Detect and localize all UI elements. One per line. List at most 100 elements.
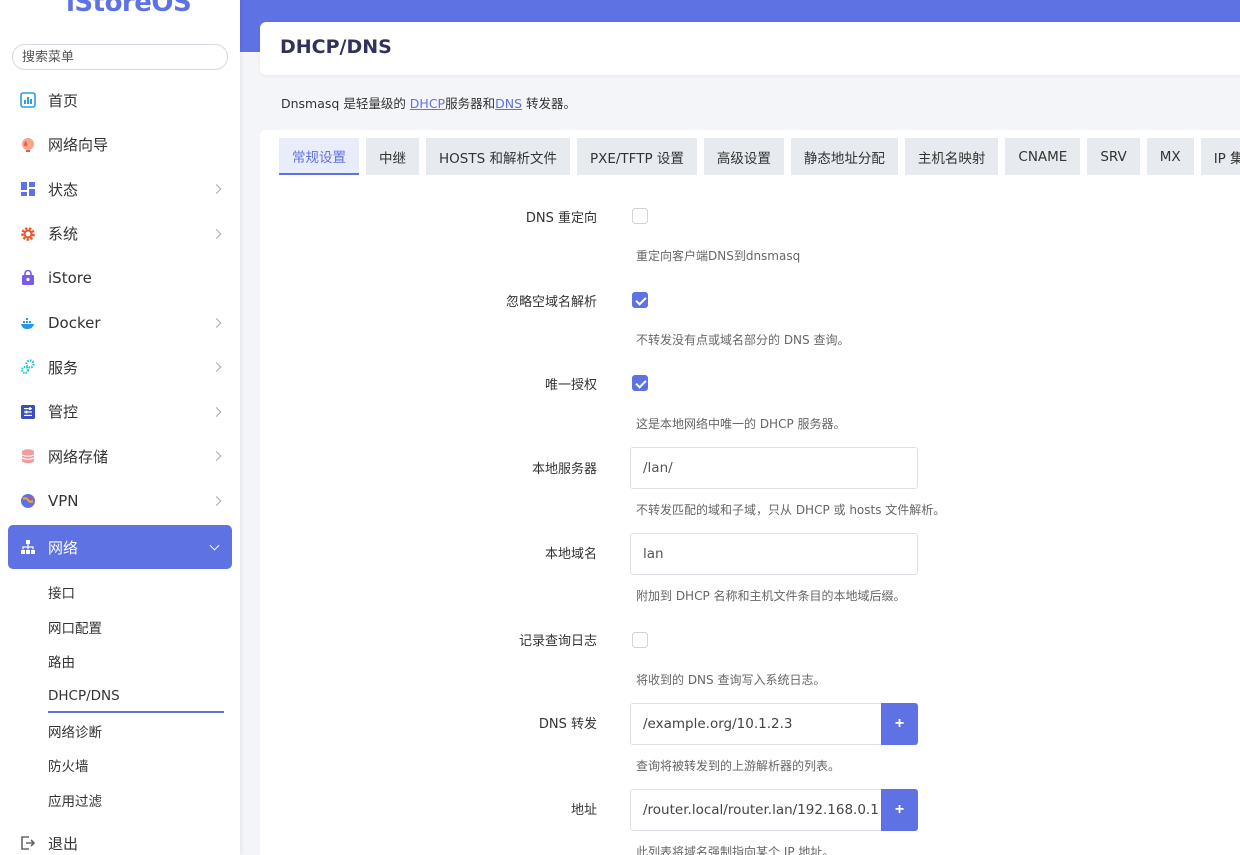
log-queries-hint: 将收到的 DNS 查询写入系统日志。 [636, 673, 826, 687]
dns-forward-label: DNS 转发 [538, 717, 597, 732]
chevron-right-icon [211, 317, 222, 328]
sidebar-nav: 首页 网络向导 状态 系统 iStore Docker 服务 管控 网络存储 V… [0, 78, 240, 855]
sidebar-item-istore[interactable]: iStore [0, 256, 240, 301]
chart-icon [20, 92, 36, 109]
tab-bar: 常规设置 中继 HOSTS 和解析文件 PXE/TFTP 设置 高级设置 静态地… [279, 138, 1240, 175]
local-server-label: 本地服务器 [531, 462, 597, 477]
local-server-hint: 不转发匹配的域和子域，只从 DHCP 或 hosts 文件解析。 [636, 503, 946, 517]
sidebar-item-label: 网络存储 [48, 447, 109, 466]
services-icon [20, 359, 36, 375]
tab-hosts[interactable]: HOSTS 和解析文件 [426, 138, 570, 175]
page-title: DHCP/DNS [280, 36, 392, 58]
vpn-icon [20, 493, 36, 509]
sidebar-item-label: VPN [48, 491, 79, 510]
sidebar-item-logout[interactable]: 退出 [0, 821, 240, 855]
globe-icon [20, 137, 36, 153]
sidebar-item-label: 管控 [48, 403, 79, 422]
tab-advanced[interactable]: 高级设置 [703, 138, 784, 175]
authoritative-label: 唯一授权 [544, 378, 597, 393]
dns-redirect-hint: 重定向客户端DNS到dnsmasq [636, 249, 801, 263]
tab-hostnames[interactable]: 主机名映射 [904, 138, 999, 175]
sidebar-item-services[interactable]: 服务 [0, 345, 240, 390]
sidebar: iStoreOS 首页 网络向导 状态 系统 [0, 0, 240, 855]
sidebar-item-docker[interactable]: Docker [0, 301, 240, 346]
tab-cname[interactable]: CNAME [1005, 138, 1081, 175]
sidebar-item-label: Docker [48, 313, 101, 332]
sidebar-item-wizard[interactable]: 网络向导 [0, 123, 240, 168]
chevron-right-icon [211, 406, 222, 417]
sidebar-item-label: 系统 [48, 225, 79, 244]
sidebar-item-status[interactable]: 状态 [0, 167, 240, 212]
tab-relay[interactable]: 中继 [366, 138, 419, 175]
dns-forward-add-button[interactable]: + [881, 703, 918, 745]
tab-pxe-tftp[interactable]: PXE/TFTP 设置 [576, 138, 697, 175]
address-hint: 此列表将域名强制指向某个 IP 地址。 [636, 845, 835, 855]
dhcp-link[interactable]: DHCP [410, 96, 445, 111]
dns-redirect-label: DNS 重定向 [525, 211, 597, 226]
submenu-item-dhcp-dns[interactable]: DHCP/DNS [48, 679, 240, 714]
log-queries-label: 记录查询日志 [518, 634, 597, 649]
dns-link[interactable]: DNS [495, 96, 522, 111]
tab-ipset[interactable]: IP 集 [1200, 138, 1240, 175]
dns-redirect-checkbox[interactable] [632, 208, 648, 224]
submenu-item-diagnostics[interactable]: 网络诊断 [48, 713, 240, 748]
sliders-icon [20, 404, 36, 420]
submenu-item-firewall[interactable]: 防火墙 [48, 748, 240, 783]
network-submenu: 接口 网口配置 路由 DHCP/DNS 网络诊断 防火墙 应用过滤 [0, 569, 240, 817]
tab-general[interactable]: 常规设置 [279, 138, 359, 175]
submenu-item-interfaces[interactable]: 接口 [48, 575, 240, 610]
logout-icon [20, 835, 36, 851]
sidebar-item-label: iStore [48, 269, 92, 288]
domain-needed-label: 忽略空域名解析 [505, 295, 597, 310]
sidebar-item-network[interactable]: 网络 [8, 525, 232, 569]
sidebar-item-label: 状态 [48, 180, 79, 199]
gear-icon [20, 226, 36, 242]
tab-mx[interactable]: MX [1146, 138, 1194, 175]
sidebar-item-home[interactable]: 首页 [0, 78, 240, 123]
docker-icon [20, 315, 36, 331]
domain-needed-hint: 不转发没有点或域名部分的 DNS 查询。 [636, 333, 850, 347]
authoritative-checkbox[interactable] [632, 375, 648, 391]
sidebar-item-storage[interactable]: 网络存储 [0, 434, 240, 479]
chevron-right-icon [211, 184, 222, 195]
authoritative-hint: 这是本地网络中唯一的 DHCP 服务器。 [636, 417, 846, 431]
local-server-input[interactable] [630, 447, 918, 489]
desc-mid: 服务器和 [445, 96, 496, 111]
dns-forward-input[interactable] [630, 703, 882, 745]
address-add-button[interactable]: + [881, 789, 918, 831]
local-domain-label: 本地域名 [544, 547, 597, 562]
address-input[interactable] [630, 789, 882, 831]
submenu-item-routes[interactable]: 路由 [48, 644, 240, 679]
submenu-item-app-filter[interactable]: 应用过滤 [48, 783, 240, 818]
local-domain-input[interactable] [630, 533, 918, 575]
chevron-right-icon [211, 228, 222, 239]
submenu-item-port-config[interactable]: 网口配置 [48, 610, 240, 645]
address-label: 地址 [570, 803, 597, 818]
bag-icon [20, 270, 36, 286]
settings-panel: 常规设置 中继 HOSTS 和解析文件 PXE/TFTP 设置 高级设置 静态地… [260, 130, 1240, 855]
sidebar-item-system[interactable]: 系统 [0, 212, 240, 257]
network-icon [20, 539, 36, 555]
sidebar-item-label: 首页 [48, 91, 79, 110]
local-domain-hint: 附加到 DHCP 名称和主机文件条目的本地域后缀。 [636, 589, 906, 603]
tab-static-leases[interactable]: 静态地址分配 [790, 138, 898, 175]
chevron-down-icon [209, 540, 220, 551]
desc-suffix: 转发器。 [522, 96, 577, 111]
page-title-card: DHCP/DNS [260, 22, 1240, 75]
sidebar-item-label: 网络 [48, 538, 79, 557]
tab-srv[interactable]: SRV [1087, 138, 1140, 175]
domain-needed-checkbox[interactable] [632, 292, 648, 308]
log-queries-checkbox[interactable] [632, 632, 648, 648]
dns-forward-hint: 查询将被转发到的上游解析器的列表。 [636, 759, 841, 773]
dashboard-icon [20, 181, 36, 197]
chevron-right-icon [211, 451, 222, 462]
chevron-right-icon [211, 362, 222, 373]
sidebar-item-control[interactable]: 管控 [0, 390, 240, 435]
page-description: Dnsmasq 是轻量级的 DHCP服务器和DNS 转发器。 [281, 93, 576, 112]
sidebar-item-label: 服务 [48, 358, 79, 377]
menu-search-input[interactable] [12, 44, 228, 70]
chevron-right-icon [211, 495, 222, 506]
sidebar-item-vpn[interactable]: VPN [0, 479, 240, 524]
sidebar-item-label: 网络向导 [48, 136, 109, 155]
istoreos-logo[interactable]: iStoreOS [66, 0, 192, 18]
